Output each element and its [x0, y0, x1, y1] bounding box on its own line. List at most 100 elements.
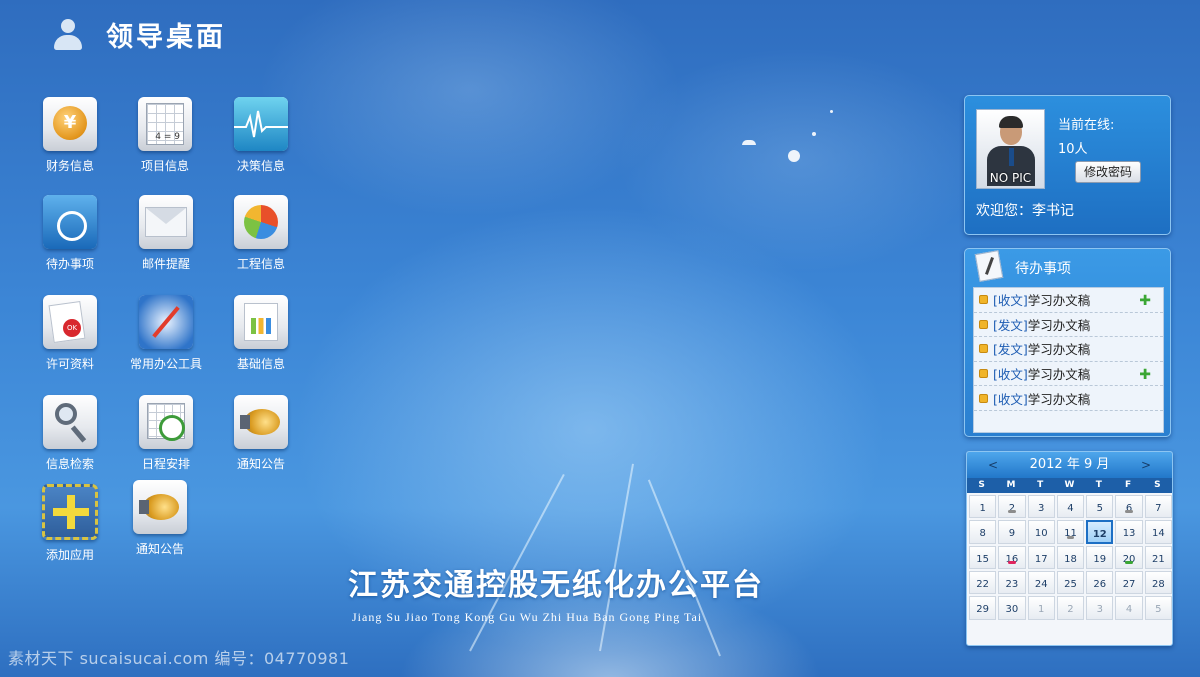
bullet-icon: [979, 369, 988, 379]
calendar-day-number: 26: [1093, 579, 1107, 590]
calendar-day-number: 28: [1151, 579, 1165, 590]
calendar-day[interactable]: 7: [1144, 495, 1172, 519]
calendar-day[interactable]: 1: [969, 495, 997, 519]
calendar-day[interactable]: 6: [1115, 495, 1143, 519]
app-schedule[interactable]: 日程安排: [126, 395, 206, 472]
app-finance[interactable]: ¥ 财务信息: [30, 97, 110, 174]
app-license[interactable]: OK 许可资料: [30, 295, 110, 372]
chevron-right-icon[interactable]: >: [1136, 452, 1156, 478]
chevron-left-icon[interactable]: <: [983, 452, 1003, 478]
calendar-day-number: 19: [1093, 553, 1107, 565]
app-notice-2[interactable]: 通知公告: [120, 480, 200, 557]
app-label: 添加应用: [45, 548, 94, 562]
calendar-day[interactable]: 3: [1086, 596, 1114, 620]
calendar-day[interactable]: 25: [1056, 571, 1085, 595]
weekday-label: S: [978, 480, 985, 490]
calendar-day[interactable]: 10: [1027, 520, 1055, 544]
app-engineering[interactable]: 工程信息: [221, 195, 301, 272]
app-label: 待办事项: [45, 257, 94, 271]
app-label: 项目信息: [140, 159, 189, 173]
todo-item[interactable]: [发文] 学习办文稿: [974, 313, 1163, 338]
app-notice[interactable]: 通知公告: [221, 395, 301, 472]
platform-subtitle: Jiang Su Jiao Tong Kong Gu Wu Zhi Hua Ba…: [352, 610, 703, 624]
calendar-day[interactable]: 5: [1144, 596, 1172, 620]
todo-text: 学习办文稿: [1027, 367, 1091, 383]
calendar-day[interactable]: 20: [1115, 545, 1143, 569]
calendar-day[interactable]: 21: [1144, 545, 1172, 569]
add-icon[interactable]: ✚: [1139, 293, 1151, 309]
todo-tag: [收文]: [993, 391, 1028, 407]
calendar-day[interactable]: 3: [1027, 495, 1055, 519]
calendar-day[interactable]: 23: [998, 571, 1026, 595]
event-marker: [1008, 510, 1016, 514]
app-mail[interactable]: 邮件提醒: [126, 195, 206, 272]
calendar-day[interactable]: 26: [1086, 571, 1114, 595]
todo-item[interactable]: [收文] 学习办文稿: [974, 386, 1163, 411]
calendar-day[interactable]: 2: [1056, 596, 1085, 620]
calendar-day-number: 17: [1034, 553, 1048, 565]
welcome-text: 欢迎您：李书记: [976, 203, 1074, 219]
calendar-month-title: 2012 年 9 月: [1029, 457, 1110, 472]
watermark: 素材天下 sucaisucai.com 编号：04770981: [8, 649, 350, 668]
calendar-day[interactable]: 5: [1086, 495, 1114, 519]
calendar-day-today[interactable]: 12: [1086, 520, 1114, 544]
calendar-day[interactable]: 17: [1027, 545, 1055, 569]
calendar-day[interactable]: 30: [998, 596, 1026, 620]
app-project[interactable]: 4 = 9 项目信息: [125, 97, 205, 174]
calendar-day[interactable]: 16: [998, 545, 1026, 569]
calendar-day[interactable]: 29: [969, 596, 997, 620]
app-label: 基础信息: [236, 357, 285, 371]
calendar-day[interactable]: 13: [1115, 520, 1143, 544]
app-office-tools[interactable]: 常用办公工具: [126, 295, 206, 372]
bullet-icon: [979, 319, 988, 329]
calendar-day-number: 5: [1155, 604, 1162, 616]
todo-item[interactable]: [收文] 学习办文稿 ✚: [974, 362, 1163, 387]
app-add[interactable]: 添加应用: [30, 484, 110, 563]
speaker-icon: [240, 409, 280, 435]
todo-tag: [收文]: [993, 367, 1028, 383]
calendar-day[interactable]: 18: [1056, 545, 1085, 569]
calendar-day[interactable]: 9: [998, 520, 1026, 544]
todo-item[interactable]: [收文] 学习办文稿 ✚: [974, 288, 1163, 313]
calendar-day-number: 9: [1008, 528, 1016, 540]
calendar-day[interactable]: 1: [1027, 596, 1055, 620]
calendar-grid: 1 2 3 4 5 6 7 8 9 10 11 12 13 14 15 16 17 18 19 20 21 22 23 24 2…: [969, 495, 1172, 645]
weekday-label: M: [1006, 480, 1016, 490]
app-label: 日程安排: [141, 457, 190, 471]
bullet-icon: [979, 393, 988, 403]
calendar-day[interactable]: 24: [1027, 571, 1055, 595]
clock-icon: [159, 415, 185, 441]
calendar-day[interactable]: 11: [1056, 520, 1085, 544]
calendar-day[interactable]: 22: [969, 571, 997, 595]
calendar-day[interactable]: 8: [969, 520, 997, 544]
app-search[interactable]: 信息检索: [30, 395, 110, 472]
change-password-button[interactable]: 修改密码: [1075, 161, 1141, 183]
stamp-icon: OK: [63, 319, 81, 337]
app-label: 常用办公工具: [129, 357, 202, 371]
calendar-weekdays: S M T W T F S: [967, 478, 1172, 493]
coin-icon: ¥: [53, 106, 87, 140]
calendar-day[interactable]: 14: [1144, 520, 1172, 544]
calendar-day-number: 13: [1122, 528, 1136, 540]
envelope-icon: [145, 207, 187, 237]
add-icon[interactable]: ✚: [1139, 367, 1151, 383]
app-basic-info[interactable]: 基础信息: [221, 295, 301, 372]
event-marker: [1125, 510, 1133, 514]
todo-title: 待办事项: [1015, 261, 1071, 277]
star: [830, 110, 833, 113]
calendar-day[interactable]: 19: [1086, 545, 1114, 569]
bullet-icon: [979, 344, 988, 354]
app-decision[interactable]: 决策信息: [221, 97, 301, 174]
app-todo[interactable]: 待办事项: [30, 195, 110, 272]
todo-item[interactable]: [发文] 学习办文稿: [974, 337, 1163, 362]
calendar-day-number: 27: [1122, 579, 1136, 590]
calendar-day[interactable]: 15: [969, 545, 997, 569]
calendar-day[interactable]: 4: [1056, 495, 1085, 519]
calendar-day[interactable]: 2: [998, 495, 1026, 519]
page-title: 领导桌面: [106, 21, 226, 53]
speaker-icon: [139, 494, 179, 520]
calendar-day[interactable]: 27: [1115, 571, 1143, 595]
calendar-day[interactable]: 28: [1144, 571, 1172, 595]
user-icon: [52, 16, 84, 52]
calendar-day[interactable]: 4: [1115, 596, 1143, 620]
